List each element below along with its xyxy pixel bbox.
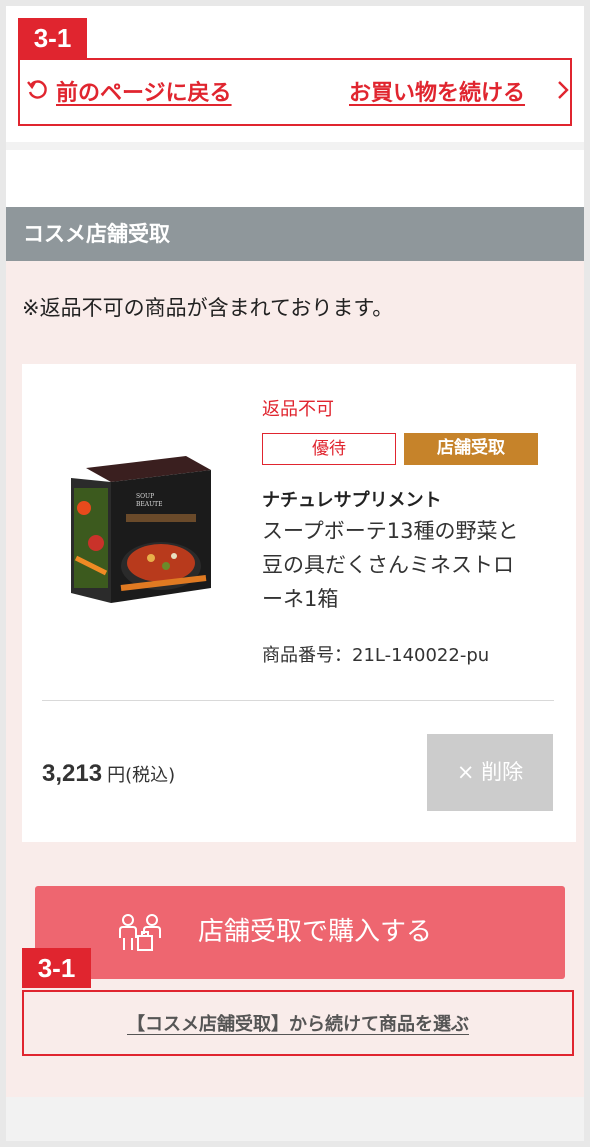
svg-text:SOUP: SOUP [136,493,154,500]
price-unit: 円(税込) [107,765,176,786]
chevron-right-icon[interactable] [556,79,570,101]
continue-shopping-link[interactable]: お買い物を続ける [349,75,525,107]
badge-store-pickup: 店舗受取 [404,433,538,465]
product-name-line: スープボーテ13種の野菜と [262,519,519,543]
notice-text: ※返品不可の商品が含まれております。 [22,296,394,320]
people-bag-icon [119,914,161,951]
price: 3,213 円(税込) [42,760,175,788]
price-value: 3,213 [42,760,103,787]
continue-selecting-link[interactable]: 【コスメ店舗受取】から続けて商品を選ぶ [24,1010,572,1036]
product-brand: ナチュレサプリメント [262,490,442,511]
annotation-tag-top: 3-1 [18,18,87,58]
product-name[interactable]: スープボーテ13種の野菜と 豆の具だくさんミネストロ ーネ1箱 [262,514,562,616]
section-header: コスメ店舗受取 [6,207,584,261]
product-code: 商品番号：21L-140022-pu [262,645,490,666]
product-name-line: ーネ1箱 [262,587,339,611]
return-status: 返品不可 [262,399,334,420]
refresh-icon[interactable] [26,79,48,101]
badge-yutai: 優待 [262,433,396,465]
delete-button[interactable]: × 削除 [427,734,553,811]
annotation-tag-bottom: 3-1 [22,948,91,988]
buy-button-label: 店舗受取で購入する [198,917,433,947]
product-image[interactable]: SOUP BEAUTE [66,448,216,608]
back-link[interactable]: 前のページに戻る [56,75,232,107]
product-name-line: 豆の具だくさんミネストロ [262,553,514,577]
divider [42,700,554,701]
svg-text:BEAUTE: BEAUTE [136,501,163,508]
store-pickup-buy-button[interactable]: 店舗受取で購入する [35,886,565,979]
